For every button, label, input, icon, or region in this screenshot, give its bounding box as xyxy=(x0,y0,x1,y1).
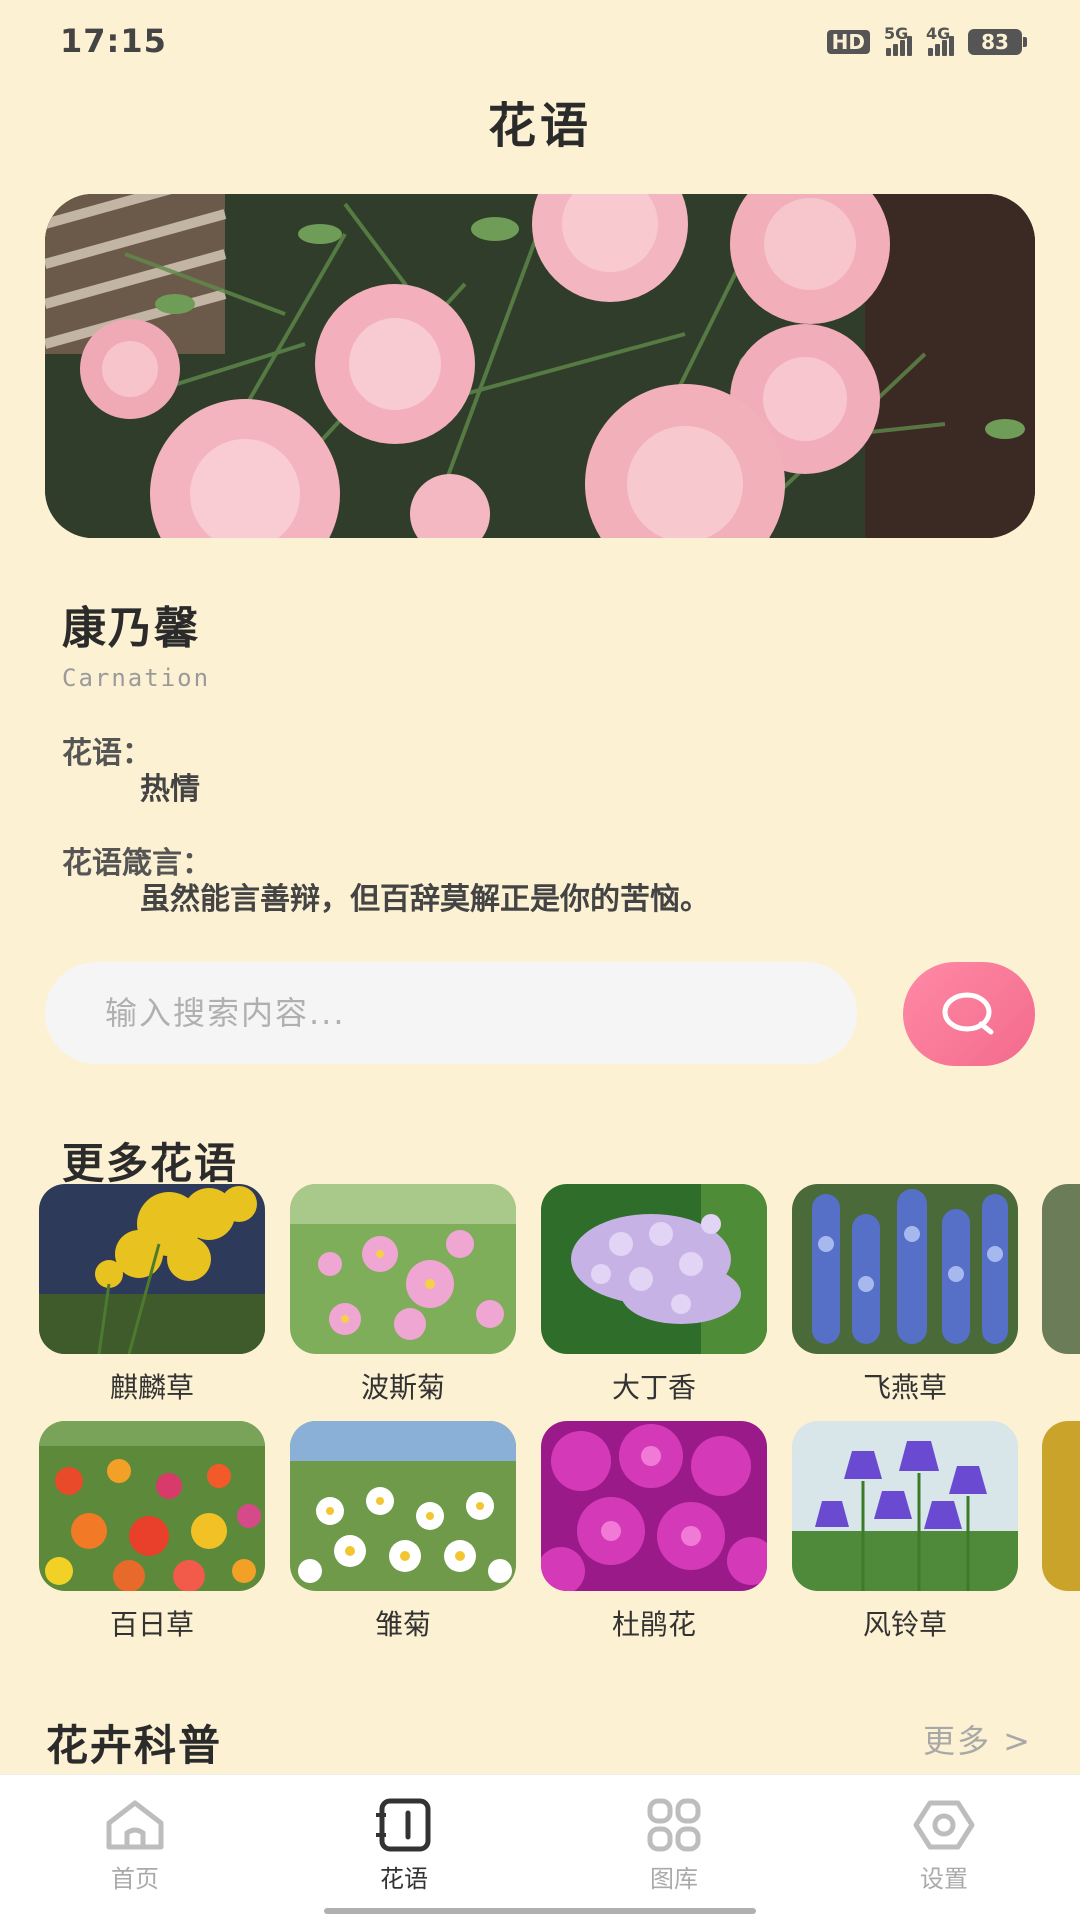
status-icons: HD 5G 4G 83 xyxy=(826,24,1027,56)
lilac-image xyxy=(541,1184,767,1354)
nav-label-gallery: 图库 xyxy=(650,1865,698,1893)
search-icon xyxy=(942,992,994,1035)
flower-name: 康乃馨 xyxy=(62,603,200,654)
flower-card-partial[interactable] xyxy=(1042,1184,1080,1354)
more-link[interactable]: 更多 > xyxy=(923,1716,1032,1762)
status-bar: 17:15 HD 5G 4G 83 xyxy=(0,0,1080,84)
nav-item-gallery[interactable]: 图库 xyxy=(594,1775,754,1920)
more-flowers-title: 更多花语 xyxy=(62,1139,239,1188)
nav-item-flower-language[interactable]: 花语 xyxy=(324,1775,484,1920)
science-section-title: 花卉科普 xyxy=(46,1721,223,1770)
flower-card-label: 百日草 xyxy=(109,1608,194,1641)
screen: 17:15 HD 5G 4G 83 花语 康乃馨 Carnation 花语： 热… xyxy=(0,0,1080,1920)
larkspur-image xyxy=(792,1184,1018,1354)
flower-card-lilac[interactable]: 大丁香 xyxy=(541,1184,767,1406)
daisy-image xyxy=(290,1421,516,1591)
hd-icon: HD xyxy=(826,30,870,54)
eye-settings-icon xyxy=(913,1800,975,1850)
flower-language-label: 花语： xyxy=(62,736,152,771)
home-indicator[interactable] xyxy=(324,1908,756,1914)
flower-card-label: 麒麟草 xyxy=(109,1371,194,1404)
flower-card-goldenrod[interactable]: 麒麟草 xyxy=(39,1184,265,1406)
flower-card-partial[interactable] xyxy=(1042,1421,1080,1591)
flower-card-label: 风铃草 xyxy=(862,1608,947,1641)
page-title: 花语 xyxy=(487,98,592,154)
flower-card-label: 大丁香 xyxy=(611,1371,696,1404)
bottom-nav: 首页 花语 图库 设置 xyxy=(0,1774,1080,1920)
flower-card-zinnia[interactable]: 百日草 xyxy=(39,1421,265,1643)
nav-item-settings[interactable]: 设置 xyxy=(864,1775,1024,1920)
zinnia-image xyxy=(39,1421,265,1591)
flower-card-label: 杜鹃花 xyxy=(611,1608,696,1641)
home-icon xyxy=(106,1800,164,1850)
flower-card-label: 雏菊 xyxy=(374,1608,431,1641)
nav-label-home: 首页 xyxy=(111,1865,159,1893)
cosmos-image xyxy=(290,1184,516,1354)
flower-language-value: 热情 xyxy=(140,772,200,807)
search-box xyxy=(45,962,857,1064)
flower-card-label: 波斯菊 xyxy=(360,1371,445,1404)
battery-icon: 83 xyxy=(968,29,1027,55)
flower-card-daisy[interactable]: 雏菊 xyxy=(290,1421,516,1643)
nav-label-settings: 设置 xyxy=(920,1865,968,1893)
signal-5g-icon: 5G xyxy=(884,24,912,56)
carnation-photo xyxy=(45,194,1035,538)
bellflower-image xyxy=(792,1421,1018,1591)
flower-card-azalea[interactable]: 杜鹃花 xyxy=(541,1421,767,1643)
search-input[interactable] xyxy=(105,962,825,1064)
flower-card-label: 飞燕草 xyxy=(862,1371,947,1404)
nav-label-flower-language: 花语 xyxy=(380,1865,428,1893)
flower-english-name: Carnation xyxy=(62,664,211,692)
grid-icon xyxy=(647,1798,701,1852)
nav-item-home[interactable]: 首页 xyxy=(55,1775,215,1920)
search-button[interactable] xyxy=(903,962,1035,1066)
notebook-icon xyxy=(376,1798,431,1852)
flower-card-larkspur[interactable]: 飞燕草 xyxy=(792,1184,1018,1406)
status-time: 17:15 xyxy=(60,22,167,60)
flower-card-cosmos[interactable]: 波斯菊 xyxy=(290,1184,516,1406)
hero-image[interactable] xyxy=(45,194,1035,538)
flower-motto-value: 虽然能言善辩，但百辞莫解正是你的苦恼。 xyxy=(140,882,710,917)
flower-card-bellflower[interactable]: 风铃草 xyxy=(792,1421,1018,1643)
goldenrod-image xyxy=(39,1184,265,1354)
azalea-image xyxy=(541,1421,767,1591)
signal-4g-icon: 4G xyxy=(926,24,954,56)
